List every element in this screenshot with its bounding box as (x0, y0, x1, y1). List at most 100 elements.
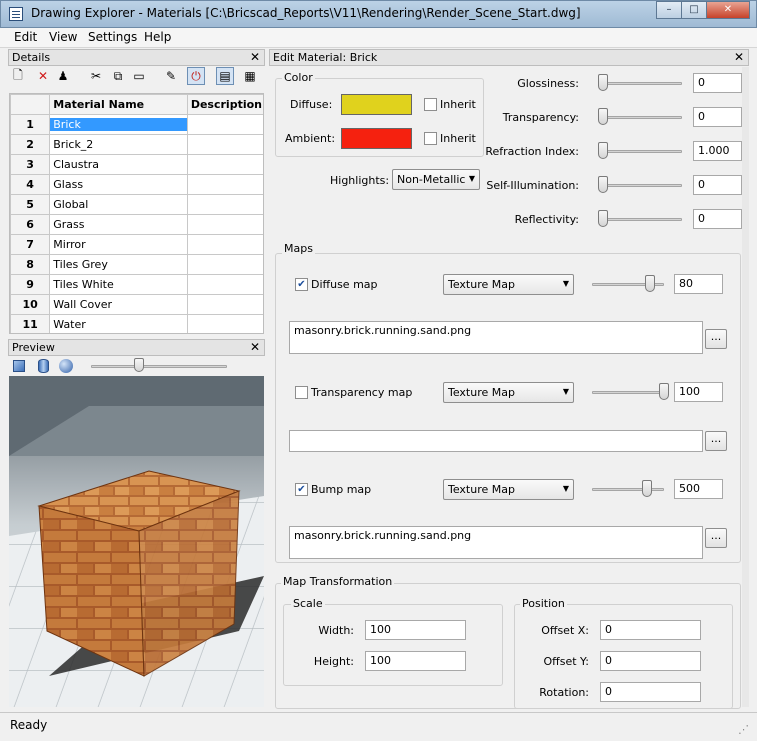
grid-view-icon[interactable]: ▦ (241, 67, 259, 85)
glossiness-input[interactable]: 0 (693, 73, 742, 93)
refraction-index-slider[interactable] (600, 150, 682, 153)
transparency-input[interactable]: 0 (693, 107, 742, 127)
delete-icon[interactable]: ✕ (34, 67, 52, 85)
self-illumination-slider-thumb[interactable] (598, 176, 608, 193)
edit-panel-scrollbar[interactable] (742, 67, 749, 707)
ambient-inherit-checkbox[interactable] (424, 132, 437, 145)
menu-help[interactable]: Help (144, 30, 171, 44)
offset-x-input[interactable]: 0 (600, 620, 701, 640)
material-description-cell[interactable] (186, 114, 263, 135)
self-illumination-input[interactable]: 0 (693, 175, 742, 195)
menu-edit[interactable]: Edit (14, 30, 37, 44)
table-row[interactable]: 5 Global (10, 194, 263, 215)
table-row[interactable]: 4 Glass (10, 174, 263, 195)
material-name-cell[interactable]: Tiles Grey (49, 254, 188, 275)
reflectivity-slider-thumb[interactable] (598, 210, 608, 227)
material-description-cell[interactable] (186, 214, 263, 235)
materials-grid[interactable]: Material Name Description 1 Brick 2 Brick_2… (9, 93, 264, 334)
bump-map-amount-slider[interactable] (592, 488, 664, 491)
preview-zoom-slider-thumb[interactable] (133, 358, 144, 372)
close-button[interactable]: ✕ (706, 1, 750, 19)
table-row[interactable]: 3 Claustra (10, 154, 263, 175)
maximize-button[interactable]: □ (681, 1, 707, 19)
width-input[interactable]: 100 (365, 620, 466, 640)
bump-map-type-dropdown[interactable]: Texture Map ▼ (443, 479, 574, 500)
material-name-cell[interactable]: Tiles White (49, 274, 188, 295)
bump-map-amount-input[interactable]: 500 (674, 479, 723, 499)
bump-map-checkbox[interactable]: ✔ (295, 483, 308, 496)
minimize-button[interactable]: – (656, 1, 682, 19)
table-row[interactable]: 2 Brick_2 (10, 134, 263, 155)
table-row[interactable]: 10 Wall Cover (10, 294, 263, 315)
material-description-cell[interactable] (186, 294, 263, 315)
refraction-index-slider-thumb[interactable] (598, 142, 608, 159)
ambient-color-swatch[interactable] (341, 128, 412, 149)
diffuse-map-checkbox[interactable]: ✔ (295, 278, 308, 291)
purge-icon[interactable]: ♟ (54, 67, 72, 85)
glossiness-slider[interactable] (600, 82, 682, 85)
new-icon[interactable]: 🗋 (9, 67, 27, 85)
column-header-description[interactable]: Description (186, 94, 263, 115)
material-name-cell[interactable]: Claustra (49, 154, 188, 175)
paste-icon[interactable]: ▭ (130, 67, 148, 85)
table-row[interactable]: 7 Mirror (10, 234, 263, 255)
diffuse-map-browse-button[interactable]: ... (705, 329, 727, 349)
transparency-map-amount-slider[interactable] (592, 391, 664, 394)
diffuse-map-file-input[interactable]: masonry.brick.running.sand.png (289, 321, 703, 354)
title-bar[interactable]: Drawing Explorer - Materials [C:\Bricsca… (0, 0, 757, 28)
material-name-cell[interactable]: Mirror (49, 234, 188, 255)
material-name-cell[interactable]: Brick (49, 114, 188, 135)
resize-grip-icon[interactable]: ⋰ (738, 723, 749, 736)
diffuse-map-type-dropdown[interactable]: Texture Map ▼ (443, 274, 574, 295)
material-name-cell[interactable]: Grass (49, 214, 188, 235)
transparency-map-type-dropdown[interactable]: Texture Map ▼ (443, 382, 574, 403)
transparency-slider[interactable] (600, 116, 682, 119)
list-view-icon[interactable]: ▤ (216, 67, 234, 85)
diffuse-color-swatch[interactable] (341, 94, 412, 115)
diffuse-map-amount-slider-thumb[interactable] (644, 275, 655, 292)
reflectivity-slider[interactable] (600, 218, 682, 221)
table-row[interactable]: 9 Tiles White (10, 274, 263, 295)
sphere-icon[interactable] (59, 359, 73, 373)
material-description-cell[interactable] (186, 254, 263, 275)
material-description-cell[interactable] (186, 234, 263, 255)
transparency-slider-thumb[interactable] (598, 108, 608, 125)
diffuse-inherit-checkbox[interactable] (424, 98, 437, 111)
copy-icon[interactable]: ⧉ (109, 67, 127, 85)
material-preview[interactable] (9, 376, 264, 707)
edit-material-close-icon[interactable]: ✕ (734, 50, 744, 65)
material-description-cell[interactable] (186, 154, 263, 175)
bump-map-amount-slider-thumb[interactable] (642, 480, 653, 497)
material-name-cell[interactable]: Brick_2 (49, 134, 188, 155)
table-row[interactable]: 8 Tiles Grey (10, 254, 263, 275)
height-input[interactable]: 100 (365, 651, 466, 671)
table-row[interactable]: 11 Water (10, 314, 263, 333)
material-name-cell[interactable]: Global (49, 194, 188, 215)
transparency-map-file-input[interactable] (289, 430, 703, 452)
transparency-map-checkbox[interactable] (295, 386, 308, 399)
cylinder-icon[interactable] (38, 359, 49, 373)
offset-y-input[interactable]: 0 (600, 651, 701, 671)
glossiness-slider-thumb[interactable] (598, 74, 608, 91)
power-icon[interactable]: ⏻ (187, 67, 205, 85)
highlights-dropdown[interactable]: Non-Metallic ▼ (392, 169, 480, 190)
cut-icon[interactable]: ✂ (87, 67, 105, 85)
menu-view[interactable]: View (49, 30, 77, 44)
transparency-map-amount-slider-thumb[interactable] (659, 383, 669, 400)
preview-zoom-slider[interactable] (91, 365, 227, 368)
material-description-cell[interactable] (186, 194, 263, 215)
table-row[interactable]: 1 Brick (10, 114, 263, 135)
edit-icon[interactable]: ✎ (162, 67, 180, 85)
material-description-cell[interactable] (186, 174, 263, 195)
diffuse-map-amount-input[interactable]: 80 (674, 274, 723, 294)
bump-map-file-input[interactable]: masonry.brick.running.sand.png (289, 526, 703, 559)
reflectivity-input[interactable]: 0 (693, 209, 742, 229)
table-row[interactable]: 6 Grass (10, 214, 263, 235)
column-header-name[interactable]: Material Name (49, 94, 188, 115)
bump-map-browse-button[interactable]: ... (705, 528, 727, 548)
details-close-icon[interactable]: ✕ (250, 50, 260, 65)
cube-icon[interactable] (13, 360, 25, 372)
transparency-map-amount-input[interactable]: 100 (674, 382, 723, 402)
rotation-input[interactable]: 0 (600, 682, 701, 702)
menu-settings[interactable]: Settings (88, 30, 137, 44)
